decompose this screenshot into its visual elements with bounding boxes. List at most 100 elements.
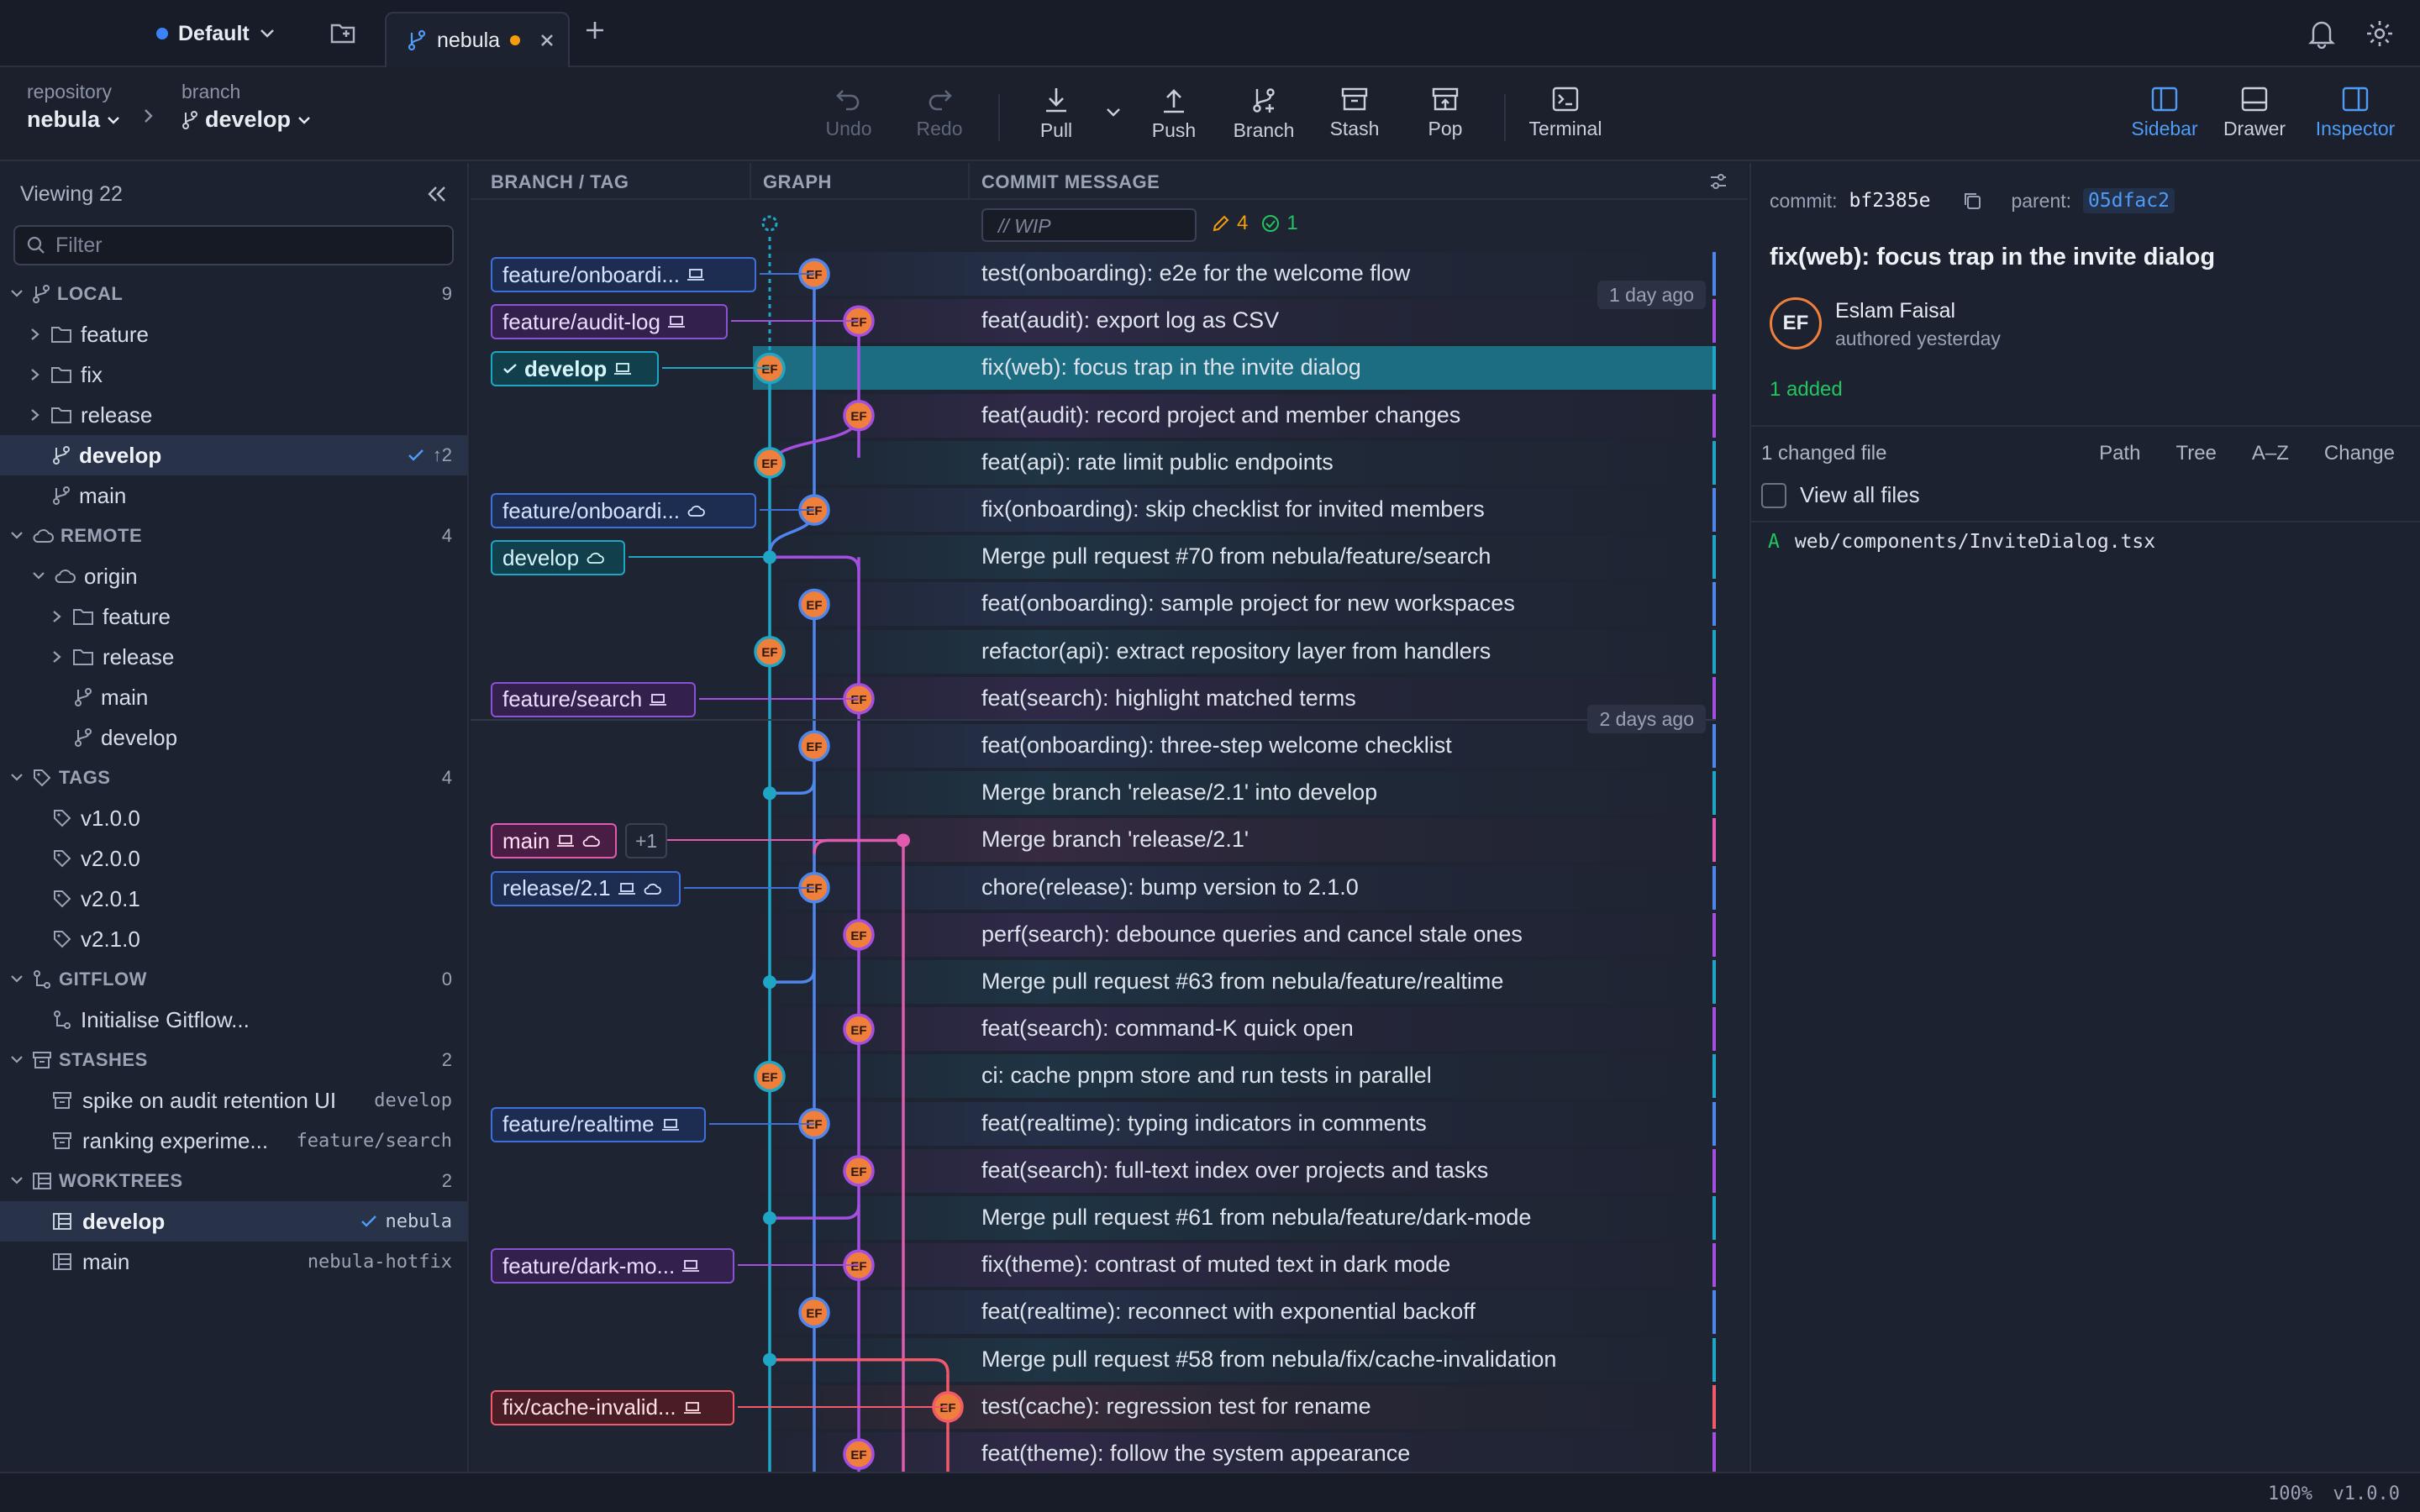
ref-label[interactable]: release/2.1 [491, 870, 681, 906]
tag-item[interactable]: v1.0.0 [0, 798, 467, 838]
section-tags[interactable]: TAGS 4 [0, 758, 467, 798]
branch-icon [33, 285, 50, 303]
view-az-button[interactable]: A–Z [2252, 442, 2289, 465]
view-change-button[interactable]: Change [2324, 442, 2395, 465]
redo-button[interactable]: Redo [897, 86, 981, 150]
chevron-down-icon [11, 1177, 23, 1184]
pull-options-chevron-icon[interactable] [1106, 108, 1121, 118]
laptop-icon [661, 1118, 679, 1131]
ref-label[interactable]: feature/search [491, 681, 696, 717]
gear-icon[interactable] [2365, 18, 2395, 49]
ref-label[interactable]: develop [491, 540, 625, 576]
commit-title: fix(web): focus trap in the invite dialo… [1770, 244, 2216, 270]
sidebar-toggle-button[interactable]: Sidebar [2123, 86, 2207, 150]
section-remote[interactable]: REMOTE 4 [0, 516, 467, 556]
commit-hash[interactable]: bf2385e [1849, 190, 1931, 212]
section-gitflow-count: 0 [441, 969, 452, 990]
pull-button[interactable]: Pull [1014, 86, 1098, 150]
more-refs-badge[interactable]: +1 [625, 823, 668, 859]
divider [1751, 425, 2420, 427]
stash-button[interactable]: Stash [1313, 86, 1397, 150]
ref-label[interactable]: feature/dark-mo... [491, 1248, 734, 1284]
repo-crumb[interactable]: repository nebula [27, 81, 120, 133]
ref-connector [760, 509, 814, 511]
branch-label: main [79, 482, 127, 508]
terminal-icon [1552, 87, 1579, 112]
tab-title: nebula [437, 28, 501, 52]
stash-item[interactable]: spike on audit retention UI develop [0, 1080, 467, 1121]
branch-crumb-value: develop [205, 107, 292, 132]
folder-fix[interactable]: fix [0, 354, 467, 395]
branch-icon [53, 486, 70, 505]
ref-label[interactable]: fix/cache-invalid... [491, 1389, 734, 1425]
chevron-down-icon [11, 532, 23, 539]
copy-icon[interactable] [1962, 191, 1982, 211]
avatar-initials: EF [761, 646, 777, 660]
worktree-item-develop[interactable]: develop nebula [0, 1201, 467, 1242]
branch-crumb[interactable]: branch develop [182, 81, 311, 133]
drawer-toggle-button[interactable]: Drawer [2212, 86, 2296, 150]
folder-feature[interactable]: feature [0, 314, 467, 354]
local-branch-develop[interactable]: develop ↑2 [0, 435, 467, 475]
undo-button[interactable]: Undo [807, 86, 891, 150]
tag-item[interactable]: v2.0.0 [0, 838, 467, 879]
stash-item[interactable]: ranking experime... feature/search [0, 1121, 467, 1161]
worktree-item-main[interactable]: main nebula-hotfix [0, 1242, 467, 1282]
push-button[interactable]: Push [1132, 86, 1216, 150]
view-path-button[interactable]: Path [2099, 442, 2140, 465]
remote-branch-main[interactable]: main [0, 677, 467, 717]
laptop-icon [687, 269, 705, 281]
bell-icon[interactable] [2307, 18, 2336, 49]
remote-name: origin [84, 563, 138, 589]
view-tree-button[interactable]: Tree [2175, 442, 2216, 465]
ref-label[interactable]: develop [491, 351, 659, 387]
checkbox[interactable] [1761, 482, 1786, 508]
folder-label: feature [103, 603, 171, 629]
inspector-toggle-button[interactable]: Inspector [2312, 86, 2399, 150]
close-icon[interactable] [540, 34, 554, 47]
remote-branch-develop[interactable]: develop [0, 717, 467, 758]
merge-curve [770, 969, 816, 984]
tab-nebula[interactable]: nebula [385, 12, 570, 67]
wip-node [761, 215, 778, 232]
folder-release[interactable]: release [0, 395, 467, 435]
remote-folder-release[interactable]: release [0, 637, 467, 677]
ref-label[interactable]: feature/audit-log [491, 304, 728, 340]
file-row[interactable]: A web/components/InviteDialog.tsx [1768, 531, 2155, 553]
merge-node [763, 786, 776, 801]
zoom-level[interactable]: 100% [2268, 1483, 2312, 1504]
ref-label[interactable]: main [491, 823, 617, 859]
avatar-initials: EF [850, 410, 866, 424]
wip-commit-input[interactable]: // WIP [981, 208, 1197, 242]
section-gitflow[interactable]: GITFLOW 0 [0, 959, 467, 1000]
remote-folder-feature[interactable]: feature [0, 596, 467, 637]
remote-origin[interactable]: origin [0, 556, 467, 596]
local-branch-main[interactable]: main [0, 475, 467, 516]
ref-label[interactable]: feature/onboardi... [491, 493, 756, 528]
section-stashes[interactable]: STASHES 2 [0, 1040, 467, 1080]
ref-label[interactable]: feature/onboardi... [491, 257, 756, 292]
ref-label[interactable]: feature/realtime [491, 1106, 706, 1142]
workspace-selector[interactable]: Default [156, 17, 275, 50]
view-all-files-toggle[interactable]: View all files [1761, 482, 1920, 508]
pop-button[interactable]: Pop [1403, 86, 1487, 150]
terminal-button[interactable]: Terminal [1523, 86, 1607, 150]
file-status: A [1768, 531, 1780, 553]
filter-input[interactable]: Filter [13, 225, 454, 265]
branch-button[interactable]: Branch [1222, 86, 1306, 150]
merge-node [763, 1211, 776, 1226]
branch-icon [182, 110, 197, 129]
tag-item[interactable]: v2.0.1 [0, 879, 467, 919]
initialise-gitflow-button[interactable]: Initialise Gitflow... [0, 1000, 467, 1040]
breadcrumb-separator-icon [145, 109, 153, 123]
section-worktrees[interactable]: WORKTREES 2 [0, 1161, 467, 1201]
tag-item[interactable]: v2.1.0 [0, 919, 467, 959]
repo-browser-icon[interactable] [329, 20, 356, 47]
section-stashes-count: 2 [441, 1049, 452, 1070]
ref-connector [662, 367, 770, 370]
section-local[interactable]: LOCAL 9 [0, 274, 467, 314]
new-tab-plus-icon[interactable] [585, 20, 605, 40]
parent-hash-link[interactable]: 05dfac2 [2083, 188, 2175, 213]
ref-connector [699, 697, 859, 700]
collapse-sidebar-icon[interactable] [427, 185, 447, 203]
